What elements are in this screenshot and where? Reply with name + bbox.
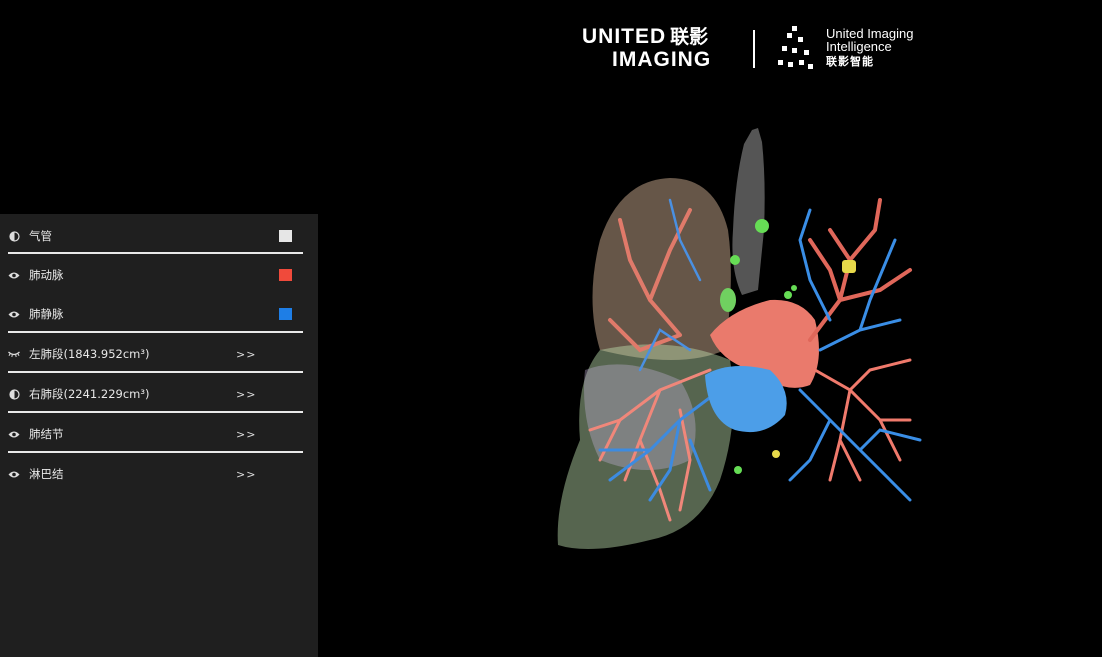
divider <box>8 451 303 453</box>
structure-label: 肺结节 <box>29 427 64 441</box>
expand-button[interactable]: >> <box>236 388 256 401</box>
united-imaging-logo: UNITED 联影 IMAGING United Imaging Intellig… <box>582 24 922 74</box>
nodule-marker <box>730 255 740 265</box>
logo-united: UNITED <box>582 25 667 48</box>
structure-row-right-lung-segments[interactable]: 右肺段(2241.229cm³) >> <box>0 374 302 414</box>
logo-imaging: IMAGING <box>612 48 712 71</box>
nodule-marker <box>755 219 769 233</box>
divider <box>8 371 303 373</box>
structure-row-trachea[interactable]: 气管 <box>0 216 302 256</box>
trachea-model <box>732 128 765 295</box>
structure-label: 右肺段(2241.229cm³) <box>29 387 150 401</box>
logo-sub-cn: 联影智能 <box>826 55 874 68</box>
structure-row-pulmonary-artery[interactable]: 肺动脉 <box>0 255 302 295</box>
eye-icon[interactable] <box>7 467 21 481</box>
eye-icon[interactable] <box>7 307 21 321</box>
lung-3d-viewport[interactable] <box>530 120 950 570</box>
half-circle-icon[interactable] <box>7 229 21 243</box>
divider <box>8 252 303 254</box>
logo-sub-line2: Intelligence <box>826 39 892 54</box>
color-swatch[interactable] <box>279 269 292 281</box>
expand-button[interactable]: >> <box>236 348 256 361</box>
structure-label: 左肺段(1843.952cm³) <box>29 347 150 361</box>
structure-label: 气管 <box>29 229 52 243</box>
divider <box>8 331 303 333</box>
eye-icon[interactable] <box>7 427 21 441</box>
eye-icon[interactable] <box>7 268 21 282</box>
structure-label: 肺动脉 <box>29 268 64 282</box>
structure-row-left-lung-segments[interactable]: 左肺段(1843.952cm³) >> <box>0 334 302 374</box>
structure-row-lymph-nodes[interactable]: 淋巴结 >> <box>0 454 302 494</box>
half-circle-icon[interactable] <box>7 387 21 401</box>
structure-row-pulmonary-vein[interactable]: 肺静脉 <box>0 294 302 334</box>
middle-lobe-model <box>584 364 696 470</box>
logo-united-cn: 联影 <box>670 26 709 48</box>
nodule-marker <box>734 466 742 474</box>
structure-panel: 气管 肺动脉 肺静脉 左肺段(1843.952cm³) >> 右肺段(2241.… <box>0 214 318 657</box>
nodule-marker <box>791 285 797 291</box>
color-swatch[interactable] <box>279 230 292 242</box>
expand-button[interactable]: >> <box>236 468 256 481</box>
uii-mark-icon <box>778 26 813 69</box>
structure-label: 肺静脉 <box>29 307 64 321</box>
eye-closed-icon[interactable] <box>7 347 21 361</box>
nodule-marker <box>720 288 736 312</box>
nodule-marker <box>784 291 792 299</box>
logo-divider <box>753 30 755 68</box>
lymph-node-marker <box>772 450 780 458</box>
lymph-node-marker <box>842 260 856 273</box>
expand-button[interactable]: >> <box>236 428 256 441</box>
structure-label: 淋巴结 <box>29 467 64 481</box>
color-swatch[interactable] <box>279 308 292 320</box>
structure-row-lung-nodules[interactable]: 肺结节 >> <box>0 414 302 454</box>
divider <box>8 411 303 413</box>
